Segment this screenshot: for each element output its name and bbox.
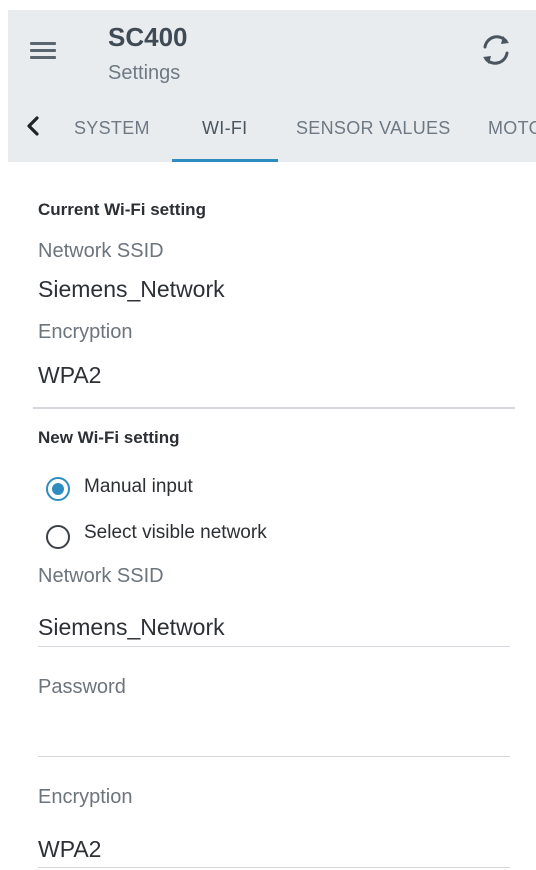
tab-wifi[interactable]: WI-FI [202,118,247,139]
ssid-input-underline [38,646,510,647]
encryption-underline [38,867,510,868]
current-encryption-value: WPA2 [38,362,102,388]
new-wifi-title: New Wi-Fi setting [38,428,180,447]
network-ssid-input[interactable]: Siemens_Network [38,614,225,641]
password-label: Password [38,676,126,698]
manual-input-label[interactable]: Manual input [84,476,193,498]
chevron-left-icon[interactable] [24,114,42,138]
tab-system[interactable]: SYSTEM [74,118,150,139]
tab-motor[interactable]: MOTOR [488,118,536,139]
password-input-underline [38,756,510,757]
current-encryption-label: Encryption [38,321,133,343]
current-wifi-title: Current Wi-Fi setting [38,200,206,219]
password-input[interactable] [38,720,510,750]
tab-bar: SYSTEM WI-FI SENSOR VALUES MOTOR [0,0,536,162]
new-encryption-label: Encryption [38,786,133,808]
section-divider [33,407,515,409]
active-tab-indicator [172,159,278,162]
tab-sensor-values[interactable]: SENSOR VALUES [296,118,451,139]
select-visible-network-label[interactable]: Select visible network [84,522,267,544]
new-ssid-label: Network SSID [38,565,164,587]
select-visible-network-radio[interactable] [46,525,70,549]
current-ssid-label: Network SSID [38,240,164,262]
encryption-select[interactable]: WPA2 [38,836,101,863]
manual-input-radio[interactable] [46,477,70,501]
current-ssid-value: Siemens_Network [38,276,225,302]
